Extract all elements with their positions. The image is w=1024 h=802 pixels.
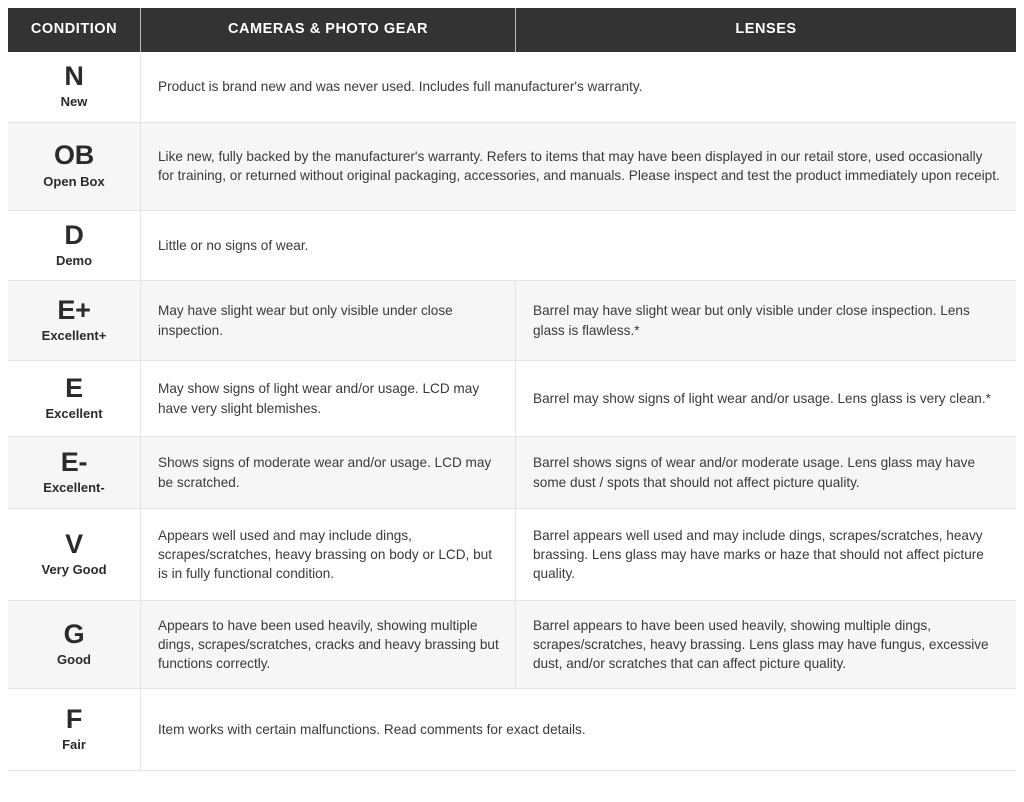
table-row: D Demo Little or no signs of wear. [8,210,1016,282]
condition-cell: E Excellent [8,361,141,437]
lenses-description-text: Barrel shows signs of wear and/or modera… [533,455,976,490]
table-header-row: CONDITION CAMERAS & PHOTO GEAR LENSES [8,8,1016,52]
table-row: E- Excellent- Shows signs of moderate wear… [8,437,1016,510]
description-text: Like new, fully backed by the manufactur… [158,148,1000,184]
table-body: N New Product is brand new and was never u… [8,52,1016,772]
lenses-description-text: Barrel may show signs of light wear and/… [533,391,991,407]
condition-cell: V Very Good [8,509,141,601]
column-header-cameras-and-photo-gear: CAMERAS & PHOTO GEAR [141,8,516,52]
condition-cell: G Good [8,601,141,689]
condition-cell: D Demo [8,210,141,281]
condition-name: Good [57,652,91,668]
cameras-description-cell: Shows signs of moderate wear and/or usag… [141,437,516,509]
description-cell-merged: Product is brand new and was never used.… [141,52,1016,122]
cameras-description-text: Appears well used and may include dings,… [158,527,492,582]
condition-name: Open Box [43,173,105,189]
condition-cell: F Fair [8,689,141,771]
table-row: V Very Good Appears well used and may incl… [8,509,1016,602]
lenses-description-text: Barrel appears well used and may include… [533,527,984,582]
condition-code: G [63,618,85,649]
cameras-description-cell: May have slight wear but only visible un… [141,281,516,361]
lenses-description-text: Barrel may have slight wear but only vis… [533,303,970,338]
cameras-description-text: Appears to have been used heavily, showi… [158,617,499,672]
condition-code: V [65,528,83,559]
description-text: Product is brand new and was never used.… [158,79,643,95]
condition-code: E [65,372,83,403]
lenses-description-cell: Barrel appears to have been used heavily… [516,601,1016,688]
condition-name: Very Good [41,562,107,578]
condition-name: Excellent+ [41,328,107,344]
description-cell-merged: Little or no signs of wear. [141,211,1016,281]
condition-code: E- [60,446,88,477]
table-row: OB Open Box Like new, fully backed by the … [8,122,1016,211]
table-row: G Good Appears to have been used heavily, … [8,601,1016,690]
description-cell-merged: Item works with certain malfunctions. Re… [141,689,1016,770]
table-row: E+ Excellent+ May have slight wear but onl… [8,281,1016,362]
condition-cell: E+ Excellent+ [8,281,141,361]
condition-cell: N New [8,52,141,122]
condition-cell: E- Excellent- [8,437,141,509]
condition-name: Fair [62,737,86,753]
description-cell-merged: Like new, fully backed by the manufactur… [141,123,1016,210]
condition-name: Excellent- [43,480,105,496]
condition-name: New [60,94,88,110]
condition-code: N [64,61,84,91]
condition-grading-page: CONDITION CAMERAS & PHOTO GEAR LENSES NN… [0,0,1024,802]
lenses-description-text: Barrel appears to have been used heavily… [533,617,989,672]
table-row: N New Product is brand new and was never u… [8,52,1016,123]
condition-cell: OB Open Box [8,122,141,210]
condition-code: OB [54,140,94,171]
cameras-description-cell: Appears well used and may include dings,… [141,509,516,601]
column-header-lenses: LENSES [735,21,797,38]
description-text: Little or no signs of wear. [158,237,309,253]
lenses-description-cell: Barrel may have slight wear but only vis… [516,281,1016,360]
cameras-description-text: Shows signs of moderate wear and/or usag… [158,455,492,490]
cameras-description-cell: May show signs of light wear and/or usag… [141,361,516,437]
lenses-description-cell: Barrel may show signs of light wear and/… [516,361,1016,436]
table-row: F Fair Item works with certain malfunction… [8,689,1016,772]
condition-name: Demo [55,252,93,268]
condition-grading-table: CONDITION CAMERAS & PHOTO GEAR LENSES NN… [8,8,1016,772]
cameras-description-text: May have slight wear but only visible un… [158,303,453,338]
condition-code: D [64,219,84,250]
cameras-description-text: May show signs of light wear and/or usag… [158,381,480,416]
table-row: E Excellent May show signs of light wear a… [8,361,1016,438]
cameras-description-cell: Appears to have been used heavily, showi… [141,601,516,689]
lenses-description-cell: Barrel shows signs of wear and/or modera… [516,437,1016,508]
condition-code: F [65,703,83,734]
condition-name: Excellent [45,406,103,422]
lenses-description-cell: Barrel appears well used and may include… [516,509,1016,600]
condition-code: E+ [57,294,91,325]
column-header-condition: CONDITION [8,8,141,52]
description-text: Item works with certain malfunctions. Re… [158,722,586,738]
